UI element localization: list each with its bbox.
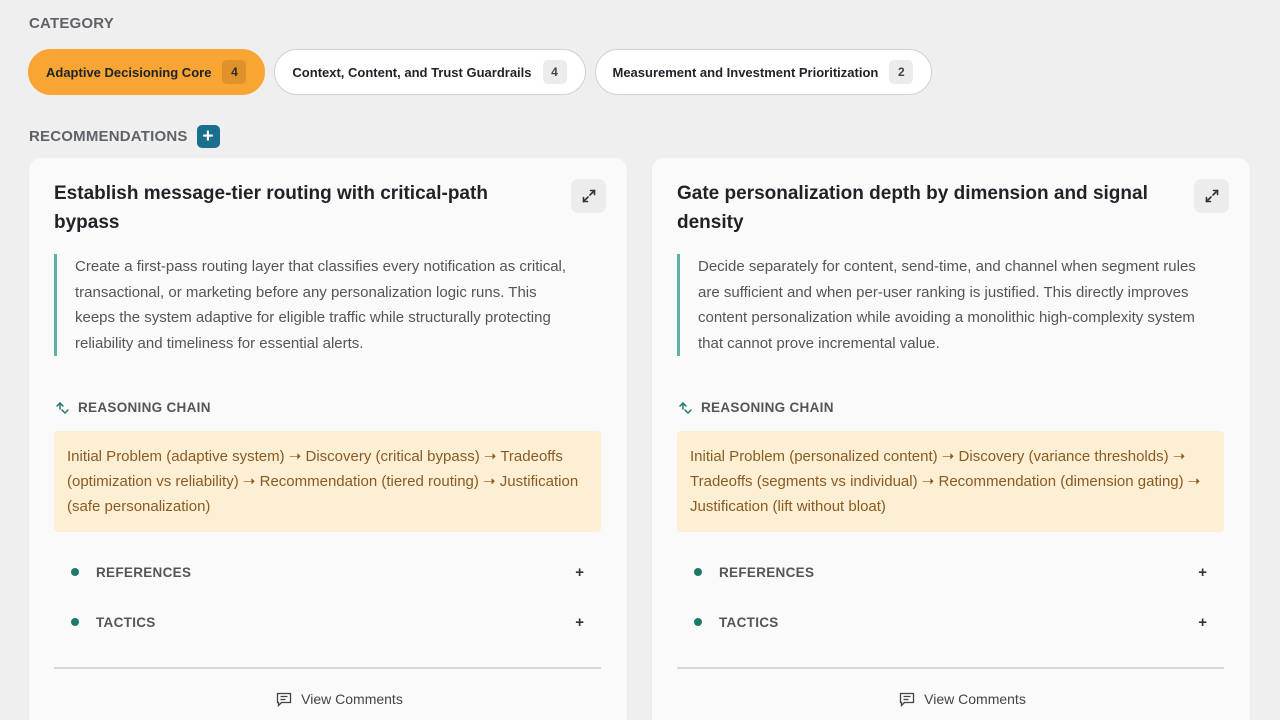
references-toggle[interactable]: REFERENCES +	[54, 560, 601, 584]
category-pill-count: 4	[542, 60, 567, 84]
category-pill-label: Measurement and Investment Prioritizatio…	[612, 64, 879, 80]
expand-button[interactable]	[571, 179, 606, 213]
reasoning-chain-icon	[56, 401, 69, 414]
references-label: REFERENCES	[719, 564, 815, 580]
tactics-label: TACTICS	[719, 614, 779, 630]
recommendations-heading: RECOMMENDATIONS +	[29, 125, 220, 148]
plus-icon: +	[1198, 613, 1207, 631]
category-heading: CATEGORY	[29, 15, 114, 32]
view-comments-button[interactable]: View Comments	[29, 691, 650, 707]
reasoning-chain-text: Initial Problem (adaptive system) ➝ Disc…	[54, 431, 601, 532]
card-title: Establish message-tier routing with crit…	[54, 183, 488, 233]
tactics-toggle[interactable]: TACTICS +	[677, 610, 1224, 634]
bullet-dot	[694, 568, 702, 576]
reasoning-chain-heading: REASONING CHAIN	[55, 400, 211, 415]
recommendation-card: Gate personalization depth by dimension …	[652, 158, 1250, 720]
references-label: REFERENCES	[96, 564, 192, 580]
bullet-dot	[694, 618, 702, 626]
category-pill-count: 2	[889, 60, 914, 84]
reasoning-chain-label: REASONING CHAIN	[78, 400, 211, 415]
category-pill-count: 4	[222, 60, 247, 84]
bullet-dot	[71, 568, 79, 576]
tactics-label: TACTICS	[96, 614, 156, 630]
card-description: Create a first-pass routing layer that c…	[54, 254, 574, 356]
view-comments-label: View Comments	[301, 691, 403, 707]
divider	[54, 667, 601, 669]
add-recommendation-button[interactable]: +	[196, 125, 220, 148]
category-pill-adaptive-decisioning-core[interactable]: Adaptive Decisioning Core 4	[28, 49, 266, 95]
card-description: Decide separately for content, send-time…	[677, 254, 1197, 356]
bullet-dot	[71, 618, 79, 626]
category-pill-context-content-trust-guardrails[interactable]: Context, Content, and Trust Guardrails 4	[274, 49, 586, 95]
divider	[677, 667, 1224, 669]
view-comments-button[interactable]: View Comments	[652, 691, 1273, 707]
comment-icon	[900, 692, 915, 707]
expand-icon	[582, 189, 595, 203]
references-toggle[interactable]: REFERENCES +	[677, 560, 1224, 584]
plus-icon: +	[1198, 563, 1207, 581]
plus-icon: +	[575, 613, 584, 631]
view-comments-label: View Comments	[924, 691, 1026, 707]
reasoning-chain-text: Initial Problem (personalized content) ➝…	[677, 431, 1224, 532]
reasoning-chain-heading: REASONING CHAIN	[678, 400, 834, 415]
comment-icon	[277, 692, 292, 707]
recommendations-label: RECOMMENDATIONS	[29, 128, 188, 145]
reasoning-chain-label: REASONING CHAIN	[701, 400, 834, 415]
card-title: Gate personalization depth by dimension …	[677, 183, 1148, 233]
recommendation-card: Establish message-tier routing with crit…	[29, 158, 627, 720]
plus-icon: +	[575, 563, 584, 581]
expand-button[interactable]	[1194, 179, 1229, 213]
expand-icon	[1205, 189, 1218, 203]
category-pills: Adaptive Decisioning Core 4 Context, Con…	[28, 49, 933, 95]
tactics-toggle[interactable]: TACTICS +	[54, 610, 601, 634]
reasoning-chain-icon	[679, 401, 692, 414]
plus-icon: +	[202, 126, 214, 147]
category-pill-measurement-investment-prioritization[interactable]: Measurement and Investment Prioritizatio…	[594, 49, 933, 95]
category-pill-label: Context, Content, and Trust Guardrails	[292, 64, 532, 80]
category-pill-label: Adaptive Decisioning Core	[46, 64, 212, 80]
